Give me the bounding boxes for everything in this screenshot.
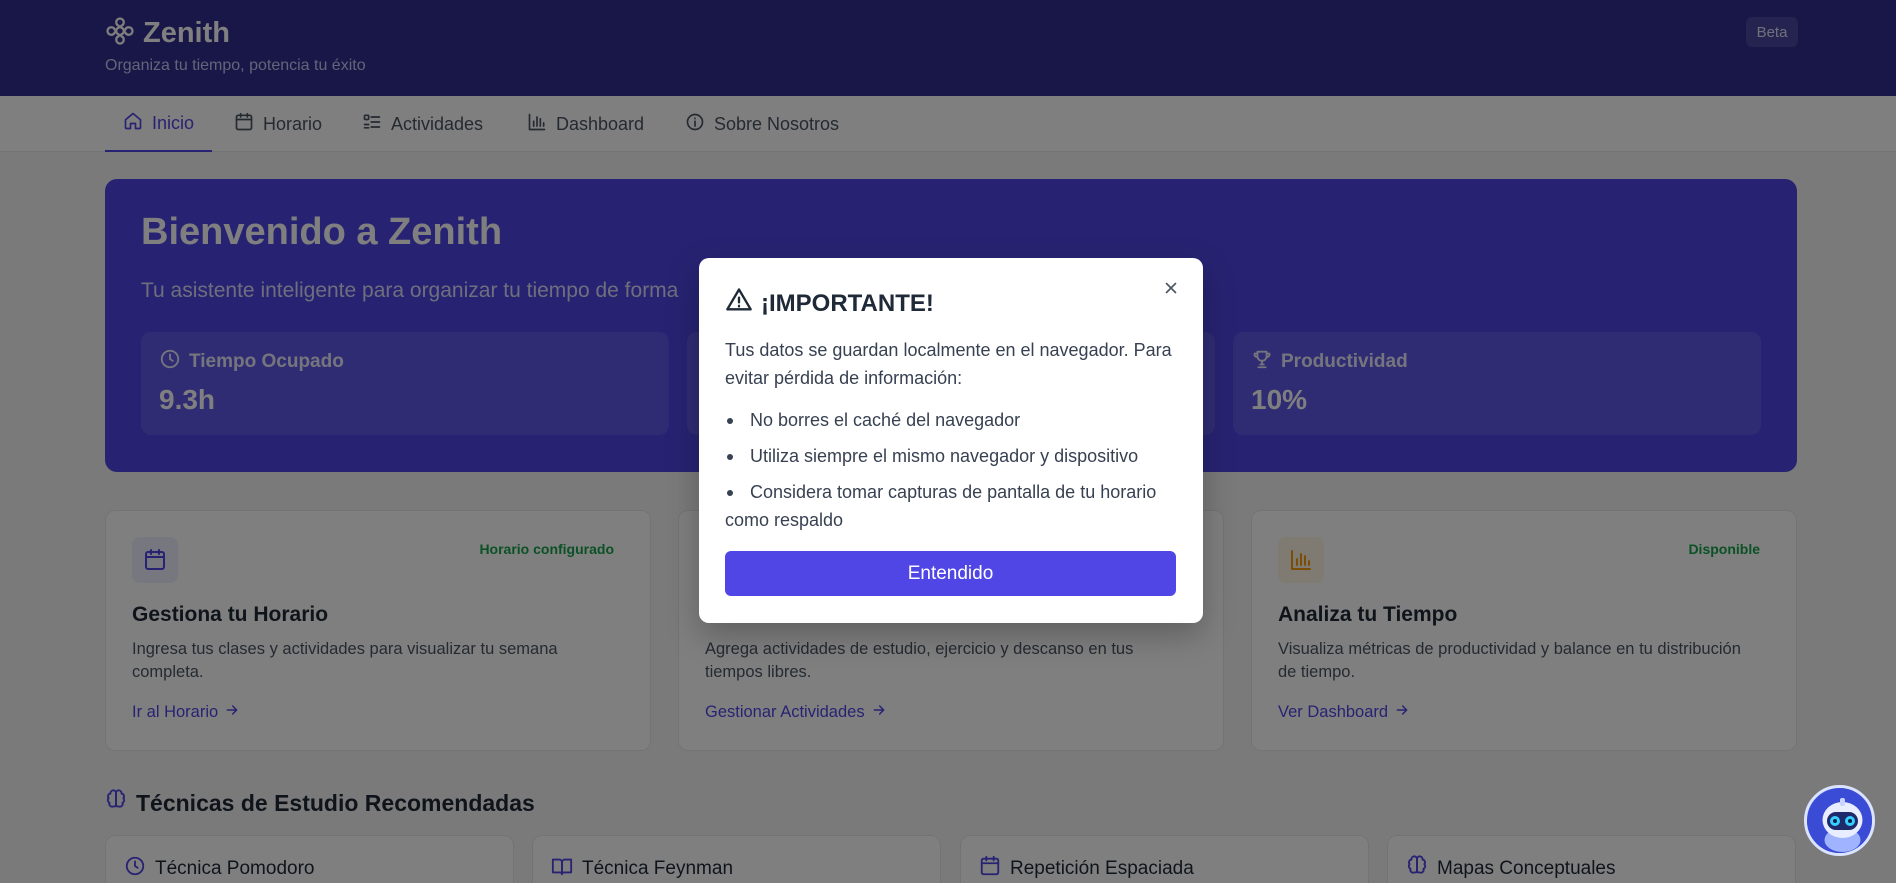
- important-dialog: ¡IMPORTANTE! Tus datos se guardan localm…: [699, 258, 1203, 623]
- dialog-title-text: ¡IMPORTANTE!: [761, 289, 934, 317]
- dialog-list: No borres el caché del navegador Utiliza…: [725, 406, 1185, 542]
- list-item: Considera tomar capturas de pantalla de …: [725, 478, 1185, 534]
- entendido-button[interactable]: Entendido: [725, 551, 1176, 596]
- list-item: No borres el caché del navegador: [725, 406, 1185, 434]
- close-icon[interactable]: [1159, 276, 1183, 300]
- assistant-avatar[interactable]: [1804, 785, 1875, 856]
- dialog-title: ¡IMPORTANTE!: [725, 286, 934, 321]
- warning-icon: [725, 286, 753, 321]
- dialog-intro: Tus datos se guardan localmente en el na…: [725, 340, 1172, 388]
- list-item: Utiliza siempre el mismo navegador y dis…: [725, 442, 1185, 470]
